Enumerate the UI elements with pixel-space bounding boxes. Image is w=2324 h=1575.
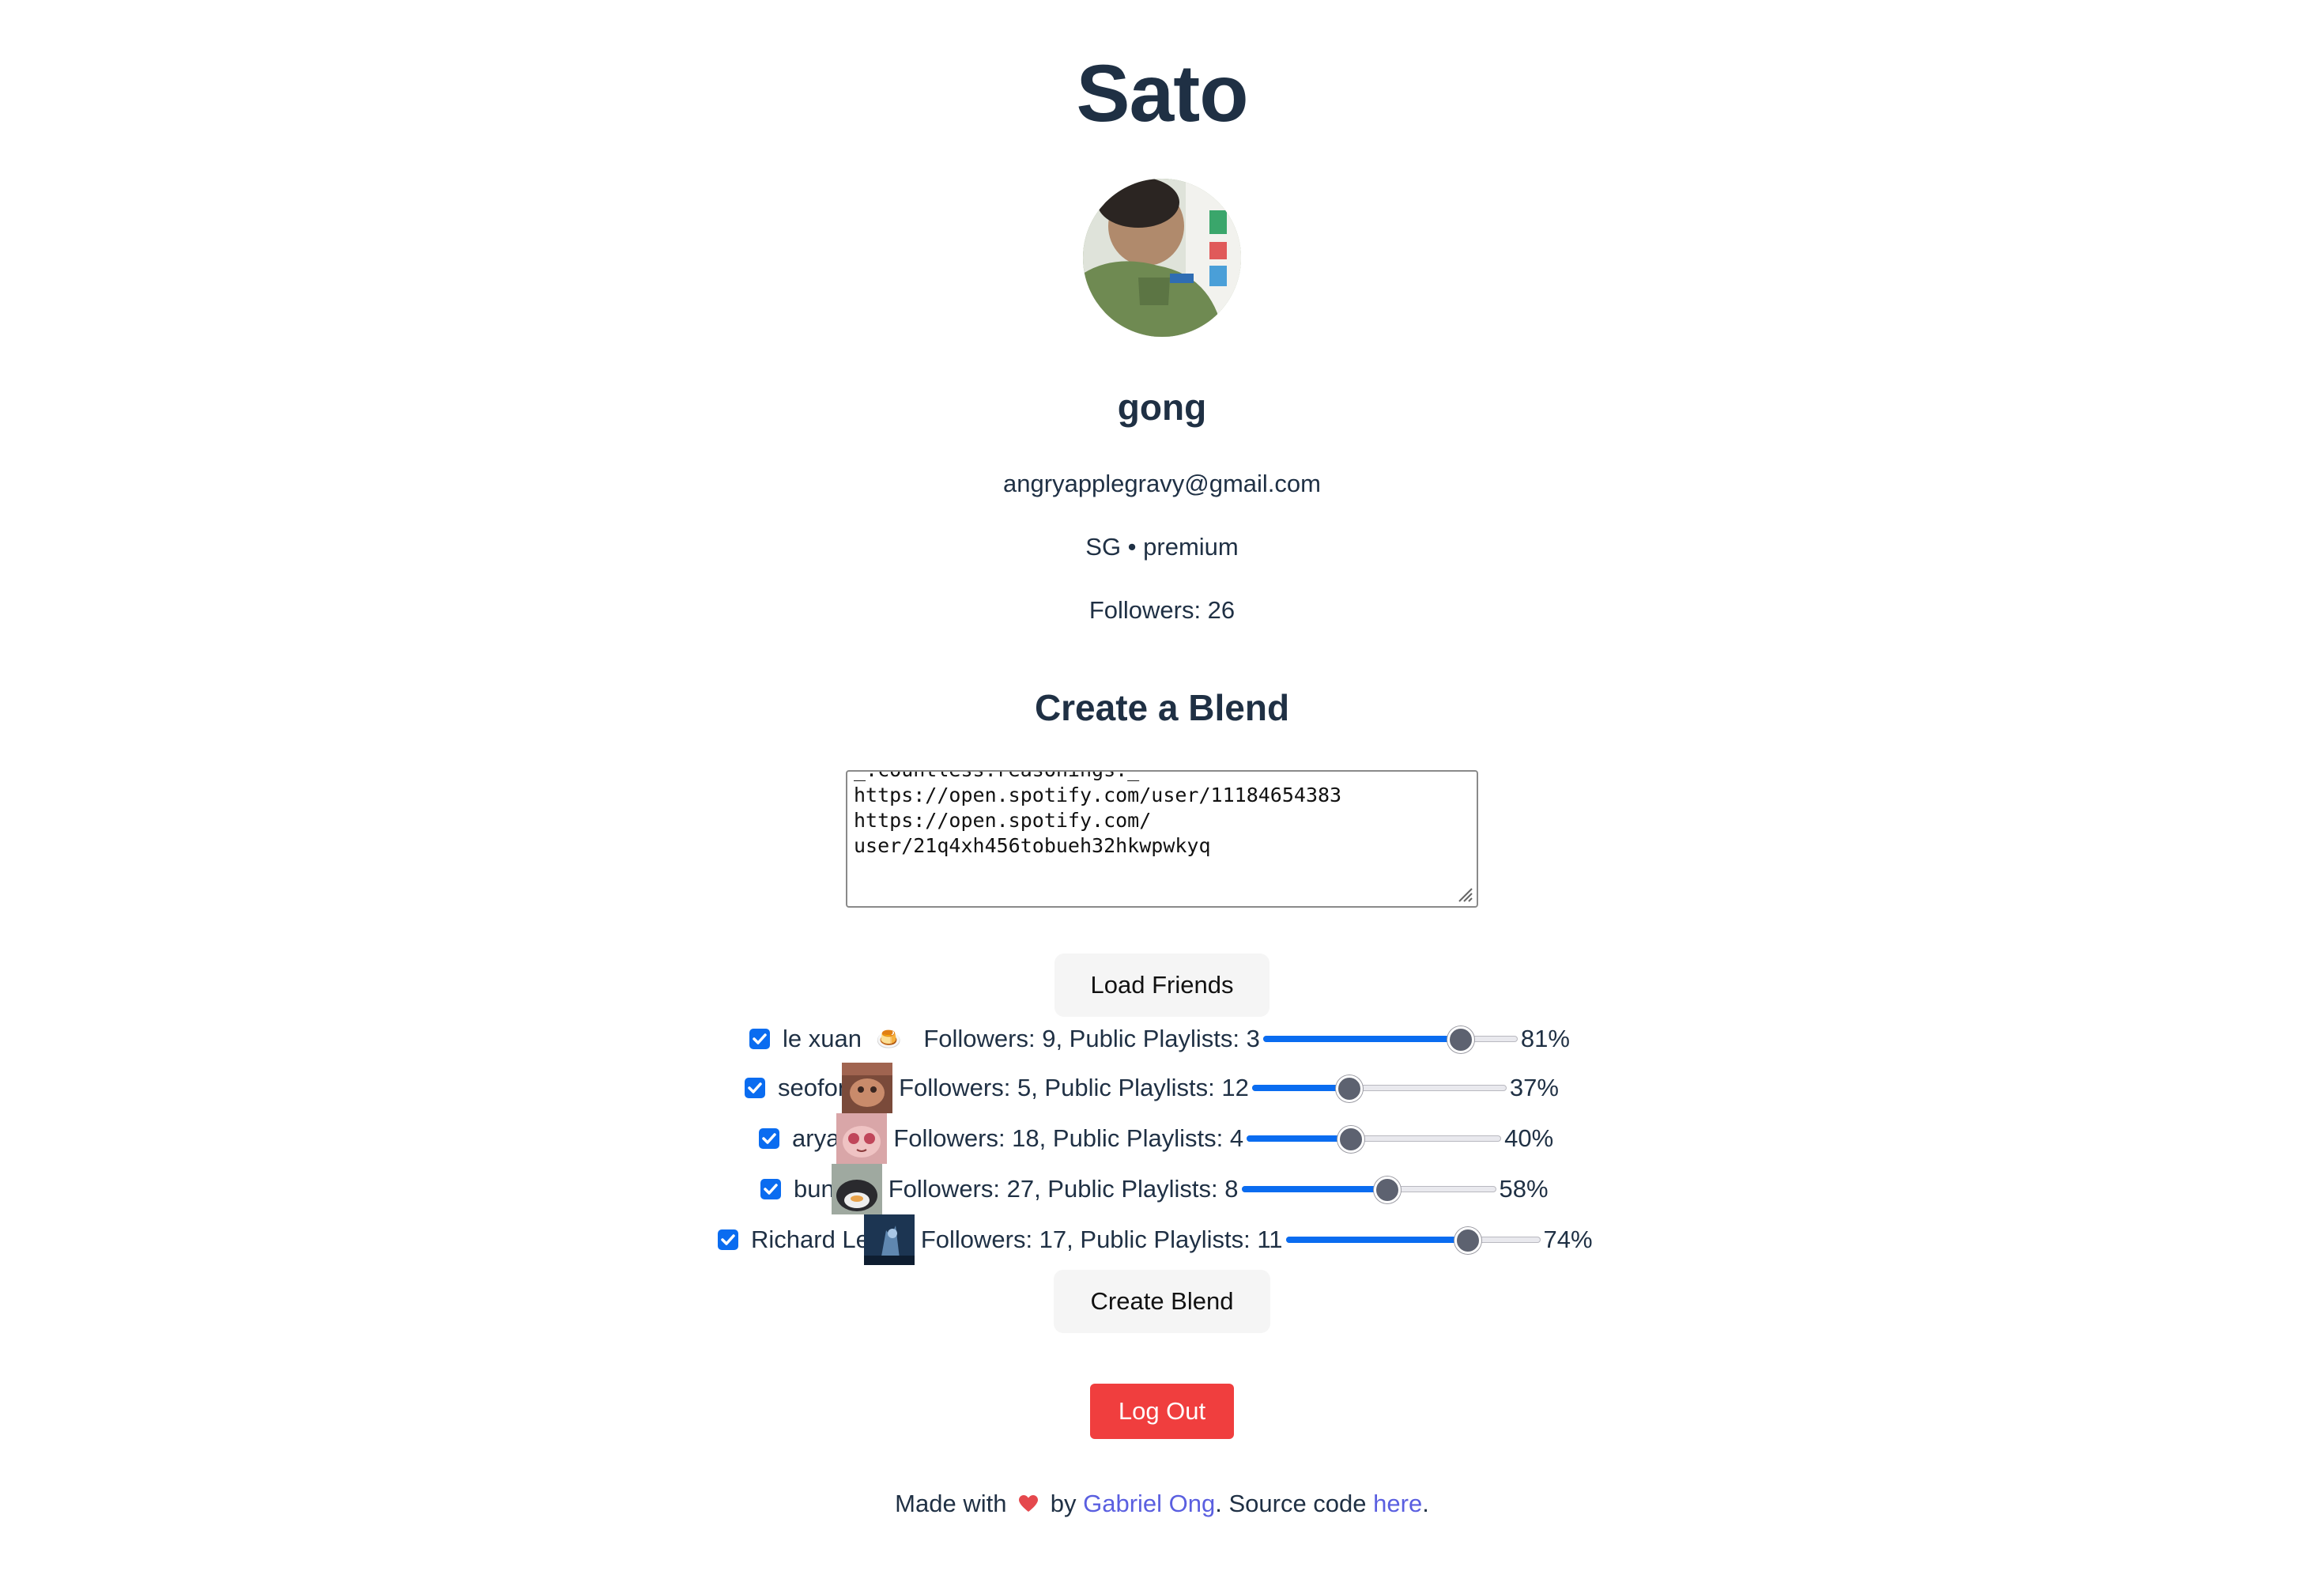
load-friends-button[interactable]: Load Friends <box>1054 954 1270 1017</box>
slider-thumb[interactable] <box>1337 1126 1365 1153</box>
friend-stats: Followers: 18, Public Playlists: 4 <box>893 1124 1244 1152</box>
friend-stats: Followers: 17, Public Playlists: 11 <box>920 1226 1283 1253</box>
friend-name: seofon <box>778 1074 852 1101</box>
friend-weight-slider[interactable] <box>1285 1216 1541 1263</box>
profile-display-name: gong <box>1117 387 1207 428</box>
checkbox-checked-icon <box>721 1234 735 1245</box>
profile-followers: Followers: 26 <box>1088 596 1236 624</box>
footer: Made with by Gabriel Ong. Source code he… <box>0 1490 2324 1520</box>
friend-avatar <box>863 1214 915 1265</box>
create-blend-button[interactable]: Create Blend <box>1054 1270 1270 1333</box>
friend-row: Richard Lei Followers: 17, Public Playli… <box>718 1214 1593 1265</box>
profile-email: angryapplegravy@gmail.com <box>1003 470 1321 497</box>
friend-checkbox[interactable] <box>749 1029 770 1049</box>
friend-weight-slider[interactable] <box>1262 1015 1518 1063</box>
friend-name: Richard Lei <box>751 1226 875 1253</box>
friend-checkbox[interactable] <box>718 1229 738 1250</box>
friend-weight-percent: 40% <box>1504 1124 1554 1152</box>
friend-stats: Followers: 5, Public Playlists: 12 <box>899 1074 1249 1101</box>
friend-checkbox[interactable] <box>760 1179 781 1199</box>
friend-checkbox[interactable] <box>759 1128 779 1149</box>
slider-thumb[interactable] <box>1373 1177 1401 1203</box>
friend-weight-percent: 81% <box>1520 1025 1570 1052</box>
checkbox-checked-icon <box>762 1133 776 1144</box>
friend-weight-percent: 74% <box>1543 1226 1593 1253</box>
friend-weight-slider[interactable] <box>1247 1115 1502 1162</box>
friend-weight-percent: 58% <box>1499 1175 1549 1203</box>
friend-checkbox[interactable] <box>745 1078 765 1098</box>
friend-avatar <box>842 1063 893 1113</box>
friend-weight-slider[interactable] <box>1251 1064 1507 1112</box>
friend-row: seofon Followers: 5, Public Playlists: 1… <box>745 1063 1559 1113</box>
checkbox-checked-icon <box>748 1082 762 1093</box>
slider-thumb[interactable] <box>1454 1227 1481 1254</box>
log-out-button[interactable]: Log Out <box>1090 1384 1234 1439</box>
friend-emoji: 🍮 <box>875 1026 902 1051</box>
friend-name: arya <box>792 1124 840 1152</box>
friend-urls-textarea[interactable]: _.countless.reasonings._ https://open.sp… <box>846 770 1478 908</box>
resize-grip-icon[interactable] <box>1456 886 1473 903</box>
checkbox-checked-icon <box>753 1033 767 1044</box>
friend-avatar <box>831 1164 882 1214</box>
friend-row: bun Followers: 27, Public Playlists: 8 5… <box>760 1164 1549 1214</box>
friend-name: le xuan <box>783 1025 862 1052</box>
profile-country-plan: SG • premium <box>1085 533 1239 561</box>
friend-weight-slider[interactable] <box>1241 1165 1496 1213</box>
friend-row: arya Followers: 18, Public Playlists: 4 … <box>759 1113 1554 1164</box>
avatar <box>1083 179 1241 337</box>
heart-icon <box>1018 1491 1039 1520</box>
footer-end: . <box>1422 1490 1429 1517</box>
app-title: Sato <box>1076 48 1248 138</box>
author-link[interactable]: Gabriel Ong <box>1083 1490 1215 1517</box>
checkbox-checked-icon <box>764 1184 778 1195</box>
footer-made-with: Made with <box>895 1490 1007 1517</box>
slider-thumb[interactable] <box>1447 1026 1475 1053</box>
friend-name: bun <box>794 1175 835 1203</box>
friend-stats: Followers: 27, Public Playlists: 8 <box>888 1175 1239 1203</box>
slider-thumb[interactable] <box>1336 1075 1364 1102</box>
source-code-link[interactable]: here <box>1373 1490 1422 1517</box>
create-blend-heading: Create a Blend <box>1034 687 1290 728</box>
friend-avatar <box>836 1113 888 1164</box>
friend-urls-text: _.countless.reasonings._ https://open.sp… <box>854 772 1342 857</box>
friend-row: le xuan 🍮 Followers: 9, Public Playlists… <box>749 1015 1570 1063</box>
footer-source-prefix: . Source code <box>1215 1490 1367 1517</box>
page: Sato gong angryapplegravy@gmail.com SG •… <box>0 0 2324 1575</box>
friend-weight-percent: 37% <box>1509 1074 1559 1101</box>
friend-stats: Followers: 9, Public Playlists: 3 <box>923 1025 1260 1052</box>
footer-by: by <box>1050 1490 1077 1517</box>
